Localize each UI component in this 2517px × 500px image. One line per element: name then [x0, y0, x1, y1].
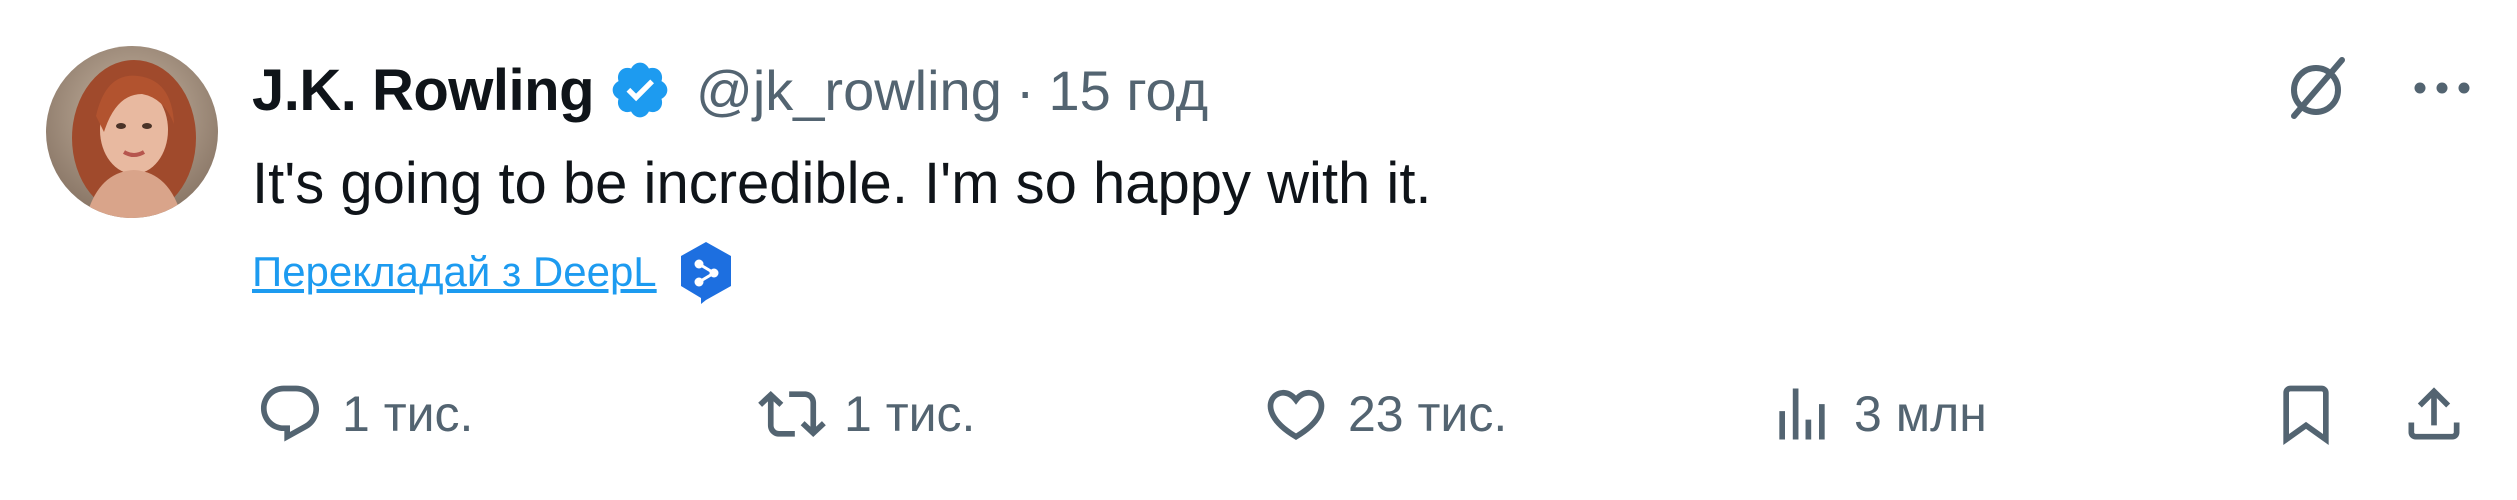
author-handle[interactable]: @jk_rowling [696, 58, 1002, 123]
translate-row: Перекладай з DeepL [252, 240, 735, 304]
retweet-icon [758, 380, 826, 448]
retweet-button[interactable]: 1 тис. [758, 374, 975, 454]
reply-count: 1 тис. [342, 386, 474, 442]
separator-dot: · [1015, 58, 1035, 122]
retweet-count: 1 тис. [844, 386, 976, 442]
reply-button[interactable]: 1 тис. [256, 374, 473, 454]
views-icon [1768, 380, 1836, 448]
tweet-header: J.K. Rowling @jk_rowling · 15 год [252, 50, 1208, 130]
verified-badge-icon[interactable] [608, 58, 672, 122]
tweet: J.K. Rowling @jk_rowling · 15 год It's g… [0, 0, 2517, 500]
share-icon [2400, 380, 2468, 448]
author-name[interactable]: J.K. Rowling [252, 57, 595, 124]
views-button[interactable]: 3 млн [1768, 374, 1987, 454]
share-button[interactable] [2400, 374, 2468, 454]
tweet-text: It's going to be incredible. I'm so happ… [252, 151, 1432, 216]
grok-icon[interactable] [2280, 50, 2356, 126]
views-count: 3 млн [1854, 386, 1987, 442]
bookmark-button[interactable] [2272, 374, 2340, 454]
tweet-time[interactable]: 15 год [1049, 58, 1209, 123]
heart-icon [1262, 380, 1330, 448]
like-count: 23 тис. [1348, 386, 1508, 442]
more-icon[interactable] [2404, 50, 2480, 126]
bookmark-icon [2272, 380, 2340, 448]
like-button[interactable]: 23 тис. [1262, 374, 1507, 454]
translate-link[interactable]: Перекладай з DeepL [252, 248, 657, 296]
deepl-icon [677, 240, 735, 304]
reply-icon [256, 380, 324, 448]
author-avatar[interactable] [46, 46, 218, 218]
